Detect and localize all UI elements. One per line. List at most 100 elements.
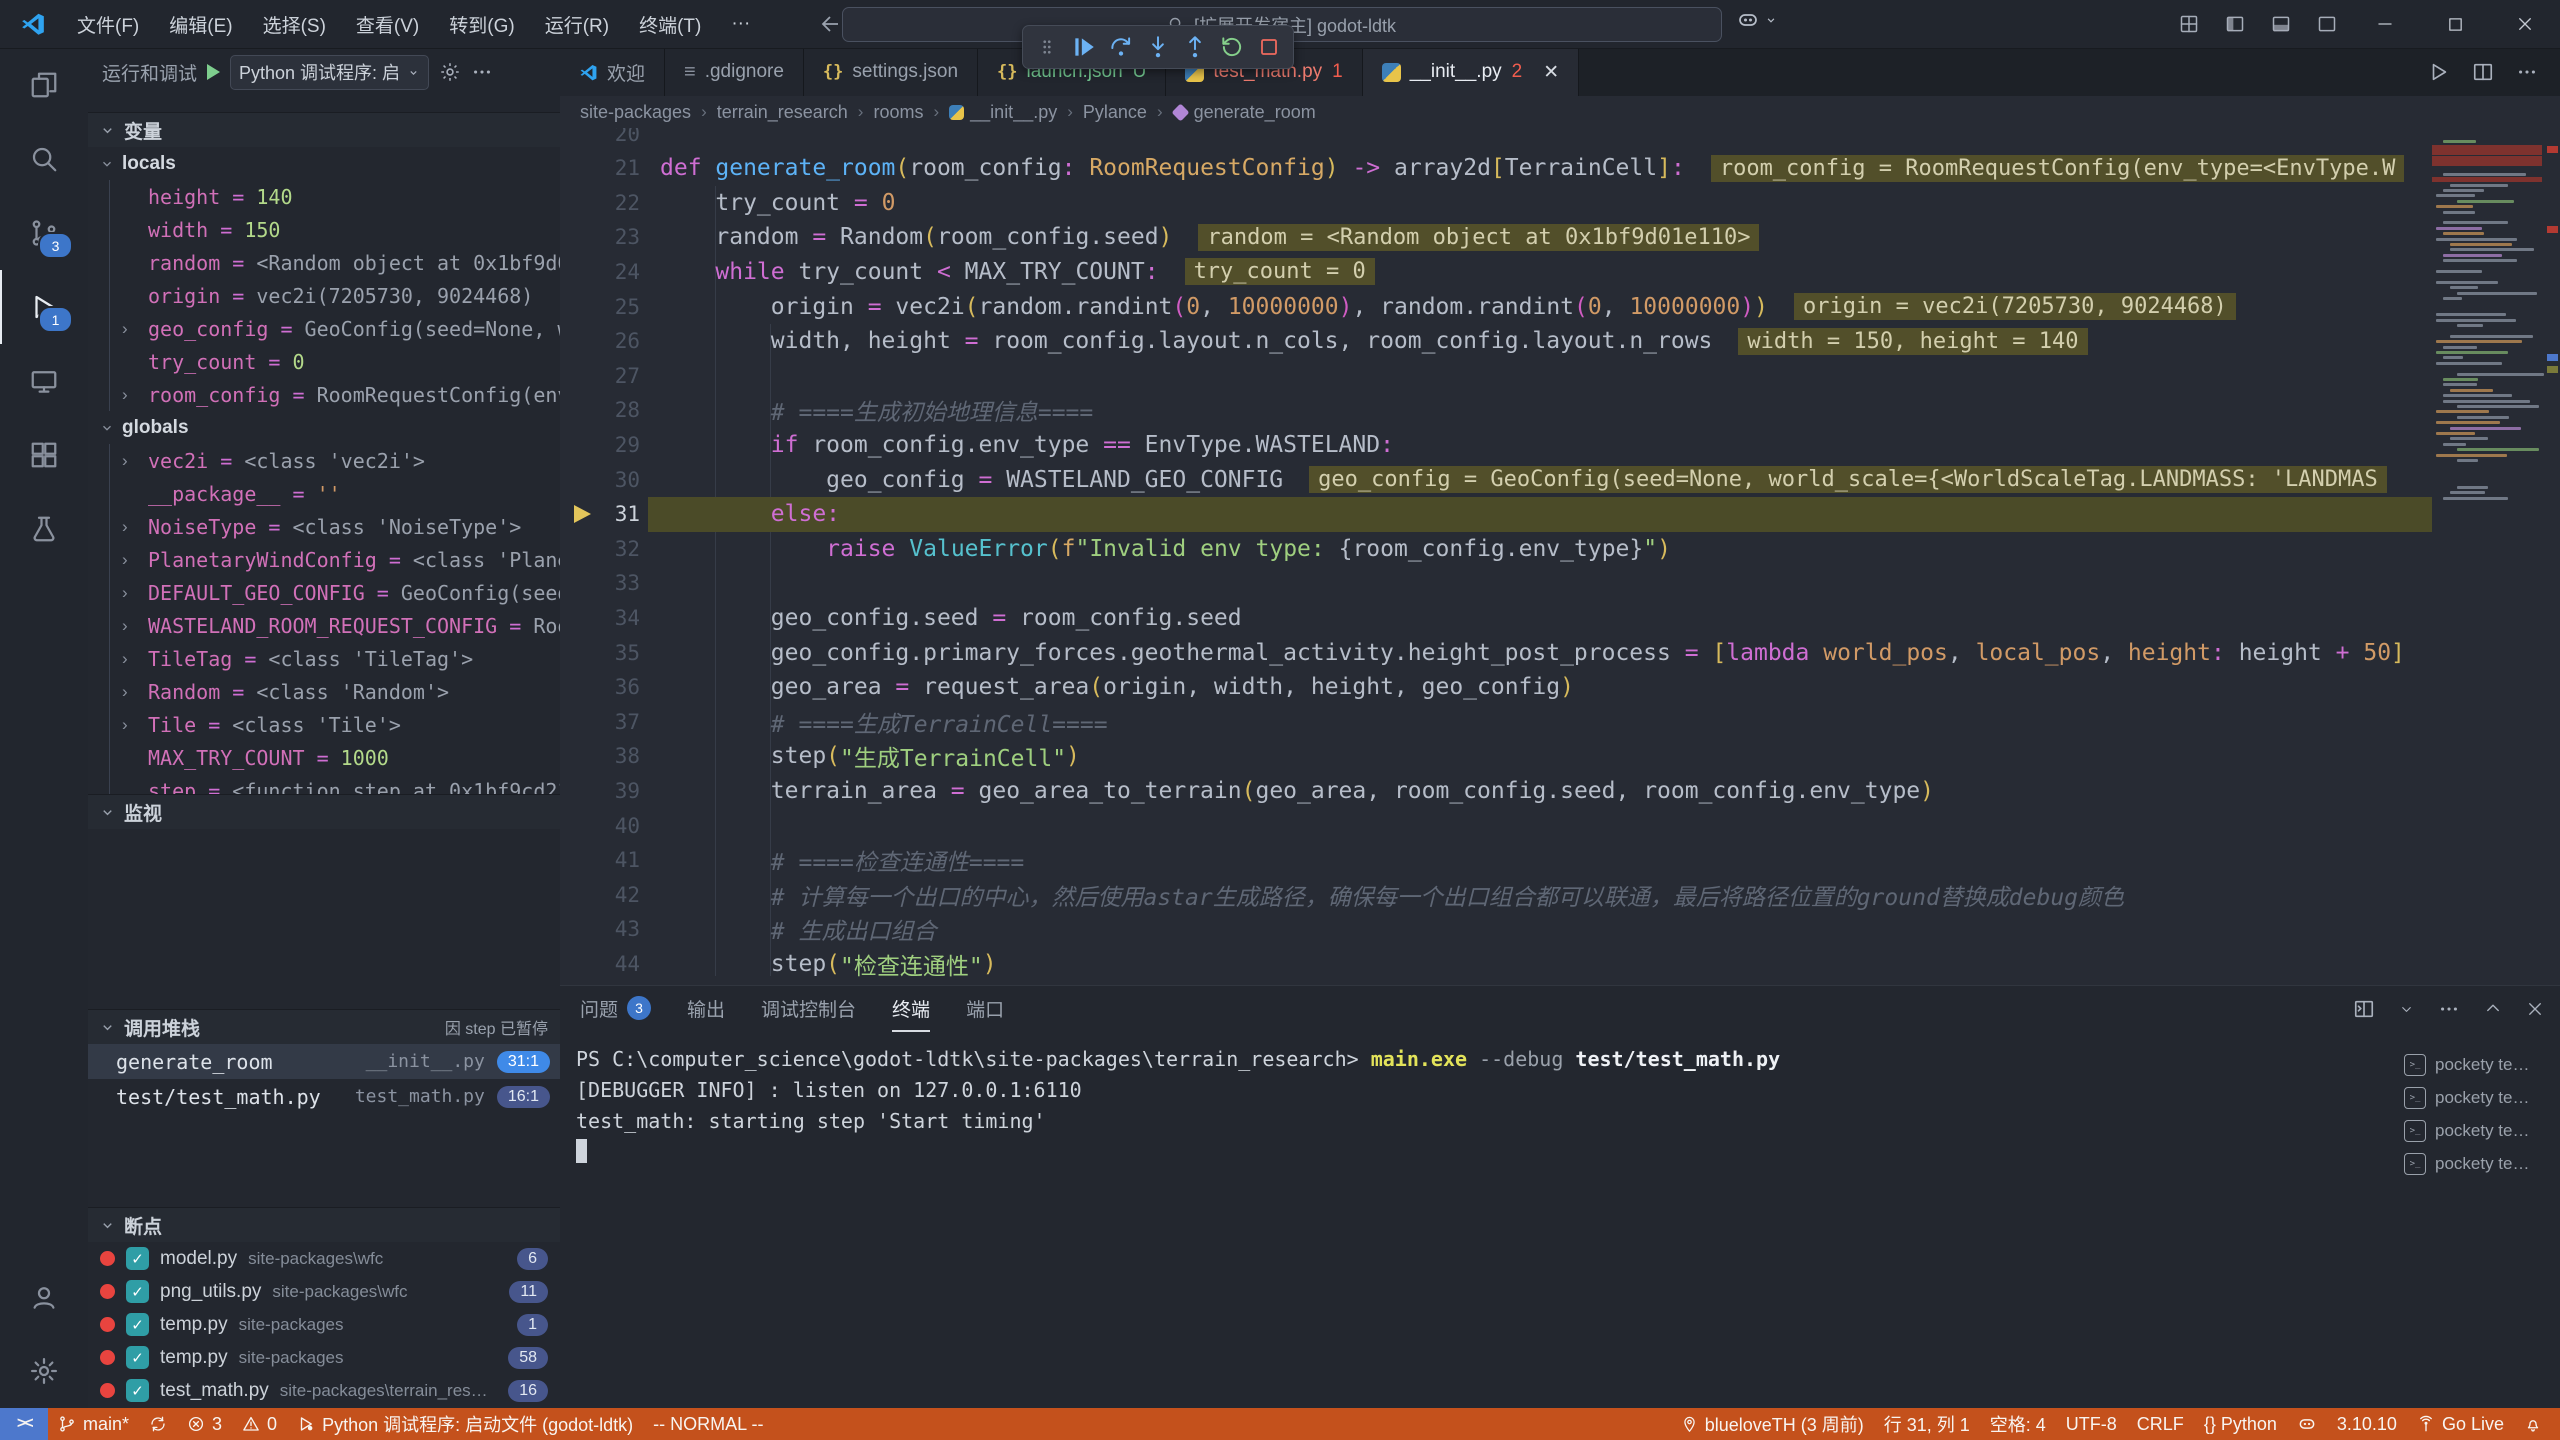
call-stack-section-header[interactable]: 调用堆栈 因 step 已暂停 (88, 1009, 560, 1044)
window-close-button[interactable] (2490, 0, 2560, 48)
code-line-43[interactable]: 43 # 生成出口组合 (560, 912, 2432, 947)
code-line-38[interactable]: 38 step("生成TerrainCell") (560, 739, 2432, 774)
code-line-34[interactable]: 34 geo_config.seed = room_config.seed (560, 600, 2432, 635)
status-item-CRLF[interactable]: CRLF (2127, 1408, 2194, 1440)
code-line-42[interactable]: 42 # 计算每一个出口的中心，然后使用astar生成路径，确保每一个出口组合都… (560, 877, 2432, 912)
panel-tab-问题[interactable]: 问题3 (580, 986, 651, 1032)
terminal-instance[interactable]: >_pockety te… (2404, 1048, 2552, 1081)
breadcrumb-item[interactable]: Pylance (1083, 102, 1147, 123)
activity-search[interactable] (0, 122, 88, 196)
menu-item-7[interactable]: ··· (716, 0, 765, 48)
tab-settings.json[interactable]: {}settings.json (804, 48, 978, 96)
breakpoint-checkbox[interactable]: ✓ (126, 1247, 149, 1270)
chevron-down-button[interactable] (2399, 1002, 2414, 1017)
code-line-39[interactable]: 39 terrain_area = geo_area_to_terrain(ge… (560, 773, 2432, 808)
variable-row[interactable]: ›Tile = <class 'Tile'> (110, 708, 560, 741)
window-minimize-button[interactable] (2350, 0, 2420, 48)
tab--[interactable]: 欢迎 (560, 48, 665, 96)
breadcrumb-item[interactable]: generate_room (1173, 102, 1316, 123)
debug-continue-button[interactable] (1067, 30, 1101, 64)
variable-row[interactable]: ›Random = <class 'Random'> (110, 675, 560, 708)
variable-row[interactable]: ›PlanetaryWindConfig = <class 'Planeta… (110, 543, 560, 576)
code-line-31[interactable]: 31 else: (560, 497, 2432, 532)
activity-testing[interactable] (0, 492, 88, 566)
watch-section-header[interactable]: 监视 (88, 794, 560, 829)
variable-row[interactable]: step = <function step at 0x1bf9cd216d (110, 774, 560, 794)
debug-stop-button[interactable] (1252, 30, 1286, 64)
breadcrumb[interactable]: site-packages›terrain_research›rooms›__i… (560, 96, 2560, 128)
code-line-33[interactable]: 33 (560, 566, 2432, 601)
code-line-36[interactable]: 36 geo_area = request_area(origin, width… (560, 670, 2432, 705)
breakpoint-row[interactable]: ✓temp.pysite-packages1 (88, 1308, 560, 1341)
activity-account[interactable] (0, 1260, 88, 1334)
breakpoint-row[interactable]: ✓temp.pysite-packages58 (88, 1341, 560, 1374)
menu-item-1[interactable]: 编辑(E) (154, 0, 247, 48)
activity-remote[interactable] (0, 344, 88, 418)
panel-tab-端口[interactable]: 端口 (966, 986, 1004, 1032)
menu-item-4[interactable]: 转到(G) (434, 0, 529, 48)
variables-section-header[interactable]: 变量 (88, 112, 560, 147)
activity-files[interactable] (0, 48, 88, 122)
activity-extensions[interactable] (0, 418, 88, 492)
breadcrumb-item[interactable]: terrain_research (717, 102, 848, 123)
code-line-27[interactable]: 27 (560, 358, 2432, 393)
overview-ruler[interactable] (2545, 128, 2560, 985)
run-button[interactable] (2428, 61, 2450, 83)
activity-debug[interactable]: 1 (0, 270, 88, 344)
close-button[interactable] (2526, 1000, 2544, 1018)
variable-row[interactable]: ›geo_config = GeoConfig(seed=None, wor… (110, 312, 560, 345)
menu-item-6[interactable]: 终端(T) (624, 0, 716, 48)
menu-item-2[interactable]: 选择(S) (248, 0, 341, 48)
status-item[interactable] (139, 1408, 177, 1440)
variable-row[interactable]: ›NoiseType = <class 'NoiseType'> (110, 510, 560, 543)
variables-group-locals[interactable]: locals (88, 147, 560, 180)
debug-step-out-button[interactable] (1178, 30, 1212, 64)
tab-__init__.py[interactable]: __init__.py2✕ (1363, 48, 1579, 96)
code-line-23[interactable]: 23 random = Random(room_config.seed)rand… (560, 220, 2432, 255)
code-editor[interactable]: 2021def generate_room(room_config: RoomR… (560, 128, 2560, 985)
status-item-blueloveTH-3-[interactable]: blueloveTH (3 周前) (1671, 1408, 1874, 1440)
back-icon[interactable] (817, 12, 841, 36)
status-item-main-[interactable]: main* (48, 1408, 139, 1440)
variable-row[interactable]: ›room_config = RoomRequestConfig(env_t… (110, 378, 560, 411)
panel-tab-终端[interactable]: 终端 (892, 986, 930, 1032)
menu-item-5[interactable]: 运行(R) (530, 0, 624, 48)
breadcrumb-item[interactable]: rooms (873, 102, 923, 123)
variable-row[interactable]: random = <Random object at 0x1bf9d01e… (110, 246, 560, 279)
debug-toolbar[interactable] (1022, 25, 1294, 69)
code-line-41[interactable]: 41 # ====检查连通性==== (560, 843, 2432, 878)
split-terminal-button[interactable] (2353, 998, 2375, 1020)
status-item-3[interactable]: 3 (177, 1408, 232, 1440)
variable-row[interactable]: MAX_TRY_COUNT = 1000 (110, 741, 560, 774)
code-line-24[interactable]: 24 while try_count < MAX_TRY_COUNT:try_c… (560, 254, 2432, 289)
split-button[interactable] (2472, 61, 2494, 83)
code-line-28[interactable]: 28 # ====生成初始地理信息==== (560, 393, 2432, 428)
tab-.gdignore[interactable]: ≡.gdignore (665, 48, 804, 96)
breakpoint-checkbox[interactable]: ✓ (126, 1280, 149, 1303)
code-line-21[interactable]: 21def generate_room(room_config: RoomReq… (560, 151, 2432, 186)
variable-row[interactable]: try_count = 0 (110, 345, 560, 378)
breakpoints-section-header[interactable]: 断点 (88, 1207, 560, 1242)
status-item-Go-Live[interactable]: Go Live (2407, 1408, 2514, 1440)
remote-indicator[interactable]: >< (0, 1408, 48, 1440)
gear-icon[interactable] (439, 61, 461, 83)
layout-panel-button[interactable] (2258, 0, 2304, 48)
close-icon[interactable]: ✕ (1543, 61, 1559, 84)
window-maximize-button[interactable] (2420, 0, 2490, 48)
variable-row[interactable]: ›WASTELAND_ROOM_REQUEST_CONFIG = RoomR… (110, 609, 560, 642)
breakpoint-checkbox[interactable]: ✓ (126, 1313, 149, 1336)
variable-row[interactable]: ›TileTag = <class 'TileTag'> (110, 642, 560, 675)
status-item--31-1[interactable]: 行 31, 列 1 (1874, 1408, 1980, 1440)
breadcrumb-item[interactable]: __init__.py (949, 102, 1057, 123)
copilot-menu[interactable] (1736, 8, 1778, 32)
code-line-29[interactable]: 29 if room_config.env_type == EnvType.WA… (560, 427, 2432, 462)
debug-step-into-button[interactable] (1141, 30, 1175, 64)
status-item--Python[interactable]: {} Python (2194, 1408, 2287, 1440)
terminal-instance[interactable]: >_pockety te… (2404, 1081, 2552, 1114)
more-button[interactable] (2516, 61, 2538, 83)
terminal-instance[interactable]: >_pockety te… (2404, 1147, 2552, 1180)
code-line-37[interactable]: 37 # ====生成TerrainCell==== (560, 704, 2432, 739)
variable-row[interactable]: __package__ = '' (110, 477, 560, 510)
code-line-44[interactable]: 44 step("检查连通性") (560, 946, 2432, 981)
debug-step-over-button[interactable] (1104, 30, 1138, 64)
